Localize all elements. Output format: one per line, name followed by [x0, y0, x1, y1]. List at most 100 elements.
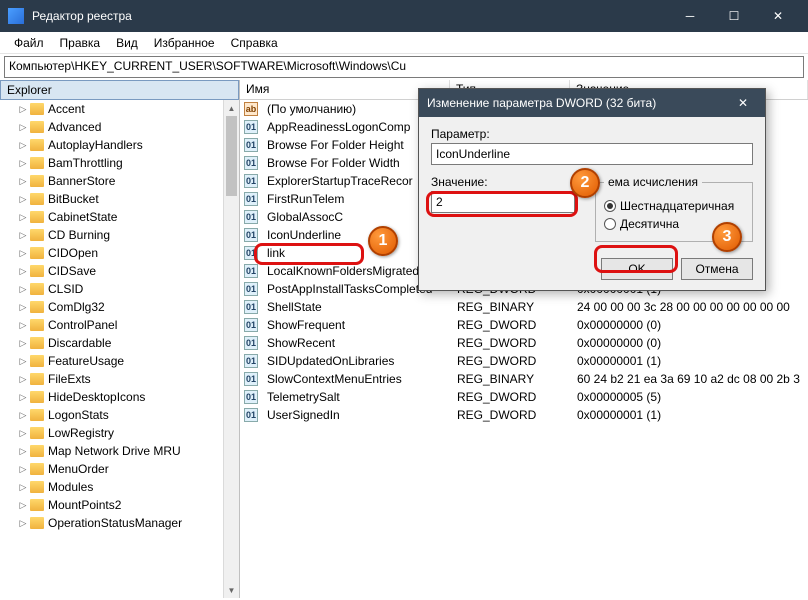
- expand-icon[interactable]: ▷: [18, 482, 28, 492]
- scroll-down-icon[interactable]: ▼: [224, 582, 239, 598]
- expand-icon[interactable]: ▷: [18, 104, 28, 114]
- cell-type: REG_BINARY: [451, 371, 571, 387]
- maximize-button[interactable]: ☐: [712, 0, 756, 32]
- tree-item[interactable]: ▷CIDSave: [0, 262, 239, 280]
- menu-file[interactable]: Файл: [6, 34, 52, 52]
- expand-icon[interactable]: ▷: [18, 320, 28, 330]
- tree-item-label: HideDesktopIcons: [48, 390, 145, 404]
- radio-hex[interactable]: [604, 200, 616, 212]
- tree-scrollbar[interactable]: ▲ ▼: [223, 100, 239, 598]
- tree-item[interactable]: ▷ Accent: [0, 100, 239, 118]
- reg-value-icon: 01: [244, 156, 258, 170]
- expand-icon[interactable]: ▷: [18, 356, 28, 366]
- cancel-button[interactable]: Отмена: [681, 258, 753, 280]
- radio-dec-row[interactable]: Десятична: [604, 217, 744, 231]
- folder-icon: [30, 157, 44, 169]
- tree-item[interactable]: ▷ComDlg32: [0, 298, 239, 316]
- tree-item[interactable]: ▷ CIDOpen: [0, 244, 239, 262]
- tree-item[interactable]: ▷ HideDesktopIcons: [0, 388, 239, 406]
- expand-icon[interactable]: ▷: [18, 194, 28, 204]
- folder-icon: [30, 283, 44, 295]
- expand-icon[interactable]: ▷: [18, 140, 28, 150]
- expand-icon[interactable]: ▷: [18, 428, 28, 438]
- list-row[interactable]: 01TelemetrySaltREG_DWORD0x00000005 (5): [240, 388, 808, 406]
- tree-item[interactable]: ▷Modules: [0, 478, 239, 496]
- expand-icon[interactable]: ▷: [18, 284, 28, 294]
- expand-icon[interactable]: ▷: [18, 230, 28, 240]
- folder-icon: [30, 121, 44, 133]
- expand-icon[interactable]: ▷: [18, 518, 28, 528]
- expand-icon[interactable]: ▷: [18, 464, 28, 474]
- expand-icon[interactable]: ▷: [18, 374, 28, 384]
- expand-icon[interactable]: ▷: [18, 302, 28, 312]
- tree-item[interactable]: ▷MenuOrder: [0, 460, 239, 478]
- menu-view[interactable]: Вид: [108, 34, 146, 52]
- list-row[interactable]: 01UserSignedInREG_DWORD0x00000001 (1): [240, 406, 808, 424]
- expand-icon[interactable]: ▷: [18, 212, 28, 222]
- tree-item-label: OperationStatusManager: [48, 516, 182, 530]
- cell-type: REG_BINARY: [451, 299, 571, 315]
- tree-item-label: Accent: [48, 102, 85, 116]
- param-input[interactable]: [431, 143, 753, 165]
- folder-icon: [30, 301, 44, 313]
- tree-item[interactable]: ▷ Map Network Drive MRU: [0, 442, 239, 460]
- radio-hex-row[interactable]: Шестнадцатеричная: [604, 199, 744, 213]
- tree-item[interactable]: ▷LogonStats: [0, 406, 239, 424]
- tree-item-label: MountPoints2: [48, 498, 121, 512]
- tree-item[interactable]: ▷Advanced: [0, 118, 239, 136]
- expand-icon[interactable]: ▷: [18, 338, 28, 348]
- tree-item-label: ControlPanel: [48, 318, 117, 332]
- expand-icon[interactable]: ▷: [18, 248, 28, 258]
- folder-icon: [30, 517, 44, 529]
- tree-item[interactable]: ▷BannerStore: [0, 172, 239, 190]
- value-label: Значение:: [431, 175, 575, 189]
- tree-item[interactable]: ▷ AutoplayHandlers: [0, 136, 239, 154]
- list-row[interactable]: 01ShellStateREG_BINARY24 00 00 00 3c 28 …: [240, 298, 808, 316]
- tree-item[interactable]: ▷LowRegistry: [0, 424, 239, 442]
- expand-icon[interactable]: ▷: [18, 122, 28, 132]
- tree-item[interactable]: ▷CabinetState: [0, 208, 239, 226]
- address-bar[interactable]: Компьютер\HKEY_CURRENT_USER\SOFTWARE\Mic…: [4, 56, 804, 78]
- list-row[interactable]: 01ShowFrequentREG_DWORD0x00000000 (0): [240, 316, 808, 334]
- menubar: Файл Правка Вид Избранное Справка: [0, 32, 808, 54]
- radio-dec[interactable]: [604, 218, 616, 230]
- menu-help[interactable]: Справка: [223, 34, 286, 52]
- app-icon: [8, 8, 24, 24]
- dialog-close-button[interactable]: ✕: [729, 89, 757, 117]
- tree-item[interactable]: ▷CD Burning: [0, 226, 239, 244]
- dialog-titlebar[interactable]: Изменение параметра DWORD (32 бита) ✕: [419, 89, 765, 117]
- tree-item[interactable]: ▷BitBucket: [0, 190, 239, 208]
- expand-icon[interactable]: ▷: [18, 392, 28, 402]
- tree-item[interactable]: ▷CLSID: [0, 280, 239, 298]
- expand-icon[interactable]: ▷: [18, 500, 28, 510]
- scroll-thumb[interactable]: [226, 116, 237, 196]
- expand-icon[interactable]: ▷: [18, 266, 28, 276]
- expand-icon[interactable]: ▷: [18, 176, 28, 186]
- expand-icon[interactable]: ▷: [18, 446, 28, 456]
- tree-item[interactable]: ▷ ControlPanel: [0, 316, 239, 334]
- tree-item-label: CIDOpen: [48, 246, 98, 260]
- tree-item[interactable]: ▷Discardable: [0, 334, 239, 352]
- scroll-up-icon[interactable]: ▲: [224, 100, 239, 116]
- tree-header[interactable]: Explorer: [0, 80, 239, 100]
- expand-icon[interactable]: ▷: [18, 410, 28, 420]
- minimize-button[interactable]: ─: [668, 0, 712, 32]
- tree-pane[interactable]: Explorer ▷Accent▷Advanced▷AutoplayHandle…: [0, 80, 240, 598]
- menu-edit[interactable]: Правка: [52, 34, 109, 52]
- list-row[interactable]: 01SIDUpdatedOnLibrariesREG_DWORD0x000000…: [240, 352, 808, 370]
- expand-icon[interactable]: ▷: [18, 158, 28, 168]
- ok-button[interactable]: OK: [601, 258, 673, 280]
- menu-favorites[interactable]: Избранное: [146, 34, 223, 52]
- tree-item-label: Map Network Drive MRU: [48, 444, 181, 458]
- list-row[interactable]: 01ShowRecentREG_DWORD0x00000000 (0): [240, 334, 808, 352]
- tree-item[interactable]: ▷ OperationStatusManager: [0, 514, 239, 532]
- tree-item[interactable]: ▷BamThrottling: [0, 154, 239, 172]
- value-input[interactable]: [431, 191, 575, 213]
- tree-item[interactable]: ▷FeatureUsage: [0, 352, 239, 370]
- tree-item[interactable]: ▷ MountPoints2: [0, 496, 239, 514]
- tree-item[interactable]: ▷FileExts: [0, 370, 239, 388]
- list-row[interactable]: 01SlowContextMenuEntriesREG_BINARY60 24 …: [240, 370, 808, 388]
- tree-item-label: AutoplayHandlers: [48, 138, 143, 152]
- reg-value-icon: 01: [244, 354, 258, 368]
- close-button[interactable]: ✕: [756, 0, 800, 32]
